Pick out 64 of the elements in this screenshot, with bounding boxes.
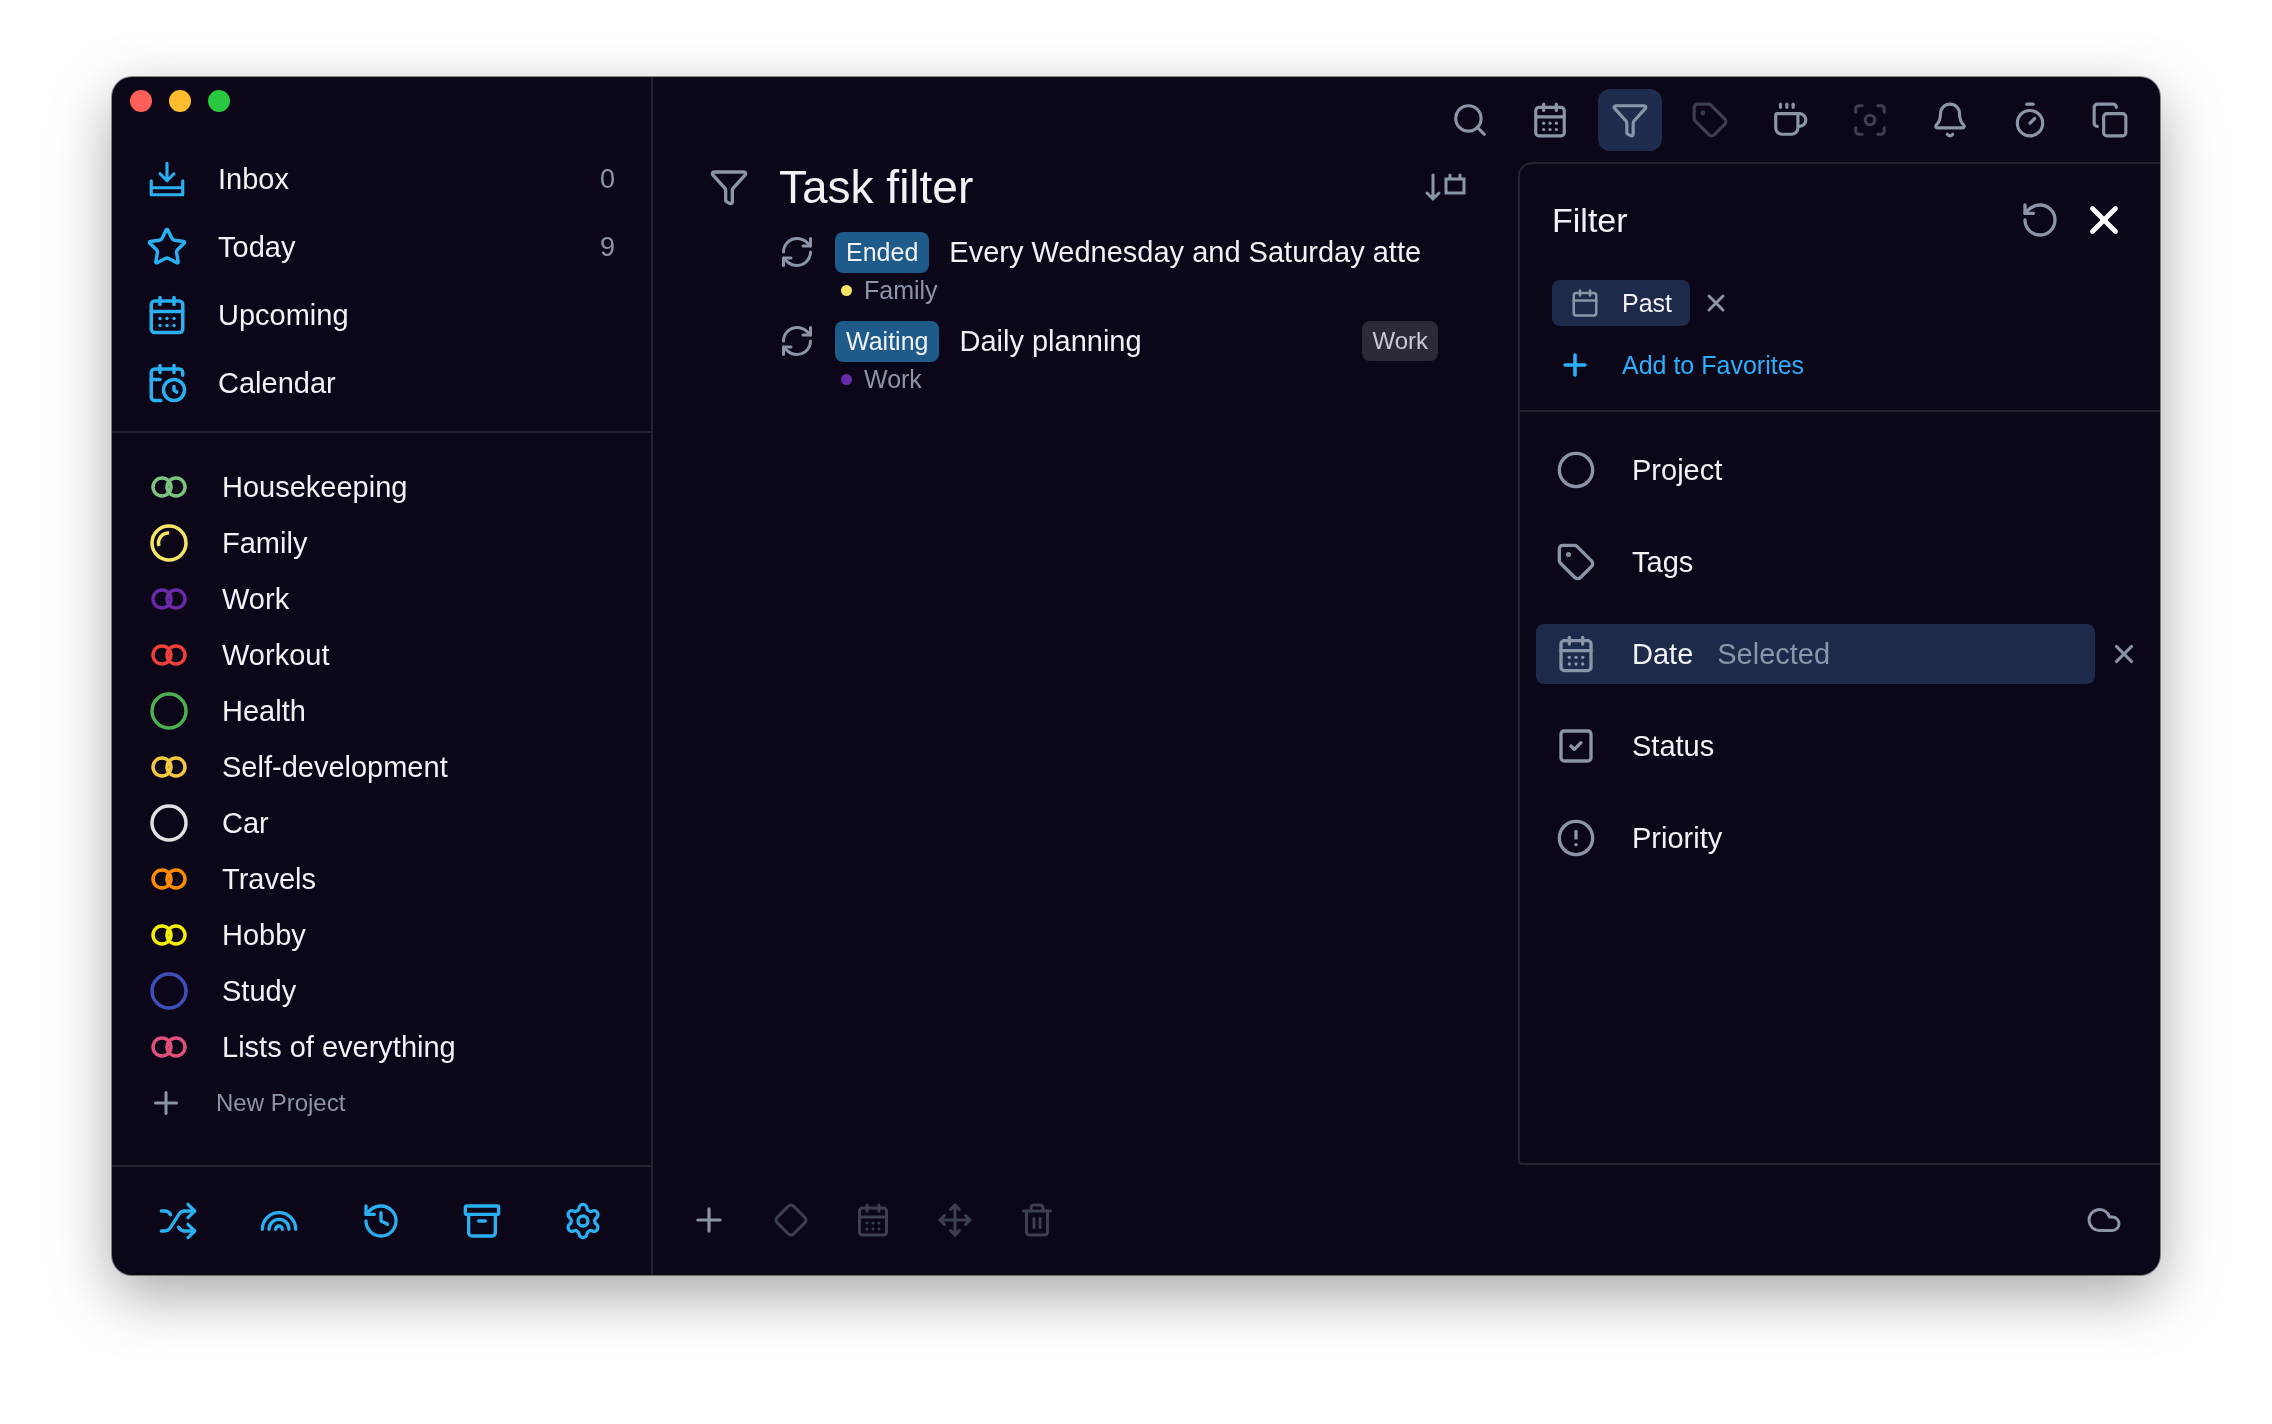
- diamond-icon: [773, 1202, 809, 1238]
- calendar-icon: [1556, 634, 1596, 674]
- minimize-window-button[interactable]: [169, 90, 191, 112]
- repeat-icon: [779, 234, 815, 270]
- project-name: Family: [864, 276, 938, 305]
- calendar-icon: [146, 294, 188, 336]
- project-item[interactable]: Hobby: [112, 907, 651, 963]
- star-icon: [146, 226, 188, 268]
- funnel-icon: [709, 167, 749, 207]
- status-badge: Waiting: [835, 320, 940, 362]
- new-project-button[interactable]: New Project: [112, 1075, 651, 1131]
- filter-criterion[interactable]: Project: [1536, 440, 2095, 500]
- project-item[interactable]: Work: [112, 571, 651, 627]
- shuffle-icon: [158, 1201, 198, 1241]
- task-title[interactable]: Every Wednesday and Saturday atte: [949, 235, 1478, 269]
- project-item[interactable]: Family: [112, 515, 651, 571]
- cup-icon: [1771, 100, 1809, 139]
- project-item[interactable]: Travels: [112, 851, 651, 907]
- filter-criterion[interactable]: Tags: [1536, 532, 2095, 592]
- calendar-clock-icon: [146, 362, 188, 404]
- copy-icon: [2091, 100, 2129, 139]
- project-item[interactable]: Self-development: [112, 739, 651, 795]
- filter-criterion[interactable]: Status: [1536, 716, 2095, 776]
- item-count: 0: [599, 163, 615, 195]
- project-item[interactable]: Health: [112, 683, 651, 739]
- reset-icon: [2020, 200, 2060, 240]
- filter-button[interactable]: [1598, 88, 1662, 151]
- trash-icon: [1019, 1202, 1055, 1238]
- alert-icon: [1556, 818, 1596, 858]
- filter-criterion[interactable]: Date Selected: [1536, 624, 2095, 684]
- calendar-icon: [1531, 100, 1569, 139]
- archive-icon: [461, 1201, 502, 1241]
- sidebar-item[interactable]: Inbox 0: [112, 145, 651, 213]
- move-icon: [937, 1202, 973, 1238]
- circle-icon: [1556, 450, 1596, 490]
- project-item[interactable]: Car: [112, 795, 651, 851]
- panel-title: Filter: [1552, 200, 1629, 240]
- repeat-icon: [779, 323, 815, 359]
- close-window-button[interactable]: [130, 90, 152, 112]
- filter-criterion[interactable]: Priority: [1536, 808, 2095, 868]
- sidebar-item[interactable]: Upcoming: [112, 281, 651, 349]
- add-to-favorites-link[interactable]: Add to Favorites: [1520, 326, 2160, 412]
- bell-icon: [1931, 100, 1969, 139]
- page-title: Task filter: [779, 160, 975, 214]
- project-item[interactable]: Workout: [112, 627, 651, 683]
- zoom-window-button[interactable]: [208, 90, 230, 112]
- sidebar-item[interactable]: Today 9: [112, 213, 651, 281]
- project-item[interactable]: Housekeeping: [112, 459, 651, 515]
- tag-icon: [1691, 100, 1729, 139]
- tag-label: Work: [1362, 321, 1438, 361]
- calendar-icon: [1570, 288, 1600, 318]
- filter-chip[interactable]: Past: [1552, 280, 1691, 326]
- tag-icon: [1556, 542, 1596, 582]
- calendar-icon: [855, 1202, 891, 1238]
- settings-icon: [563, 1201, 603, 1241]
- project-item[interactable]: Lists of everything: [112, 1019, 651, 1075]
- sidebar-item[interactable]: Calendar: [112, 349, 651, 417]
- project-name: Work: [864, 365, 922, 394]
- status-badge: Ended: [835, 231, 930, 273]
- item-count: 9: [599, 231, 615, 263]
- task-title[interactable]: Daily planning: [959, 324, 1343, 358]
- checkbox-icon: [1556, 726, 1596, 766]
- project-item[interactable]: Study: [112, 963, 651, 1019]
- chip-label: Past: [1622, 288, 1673, 318]
